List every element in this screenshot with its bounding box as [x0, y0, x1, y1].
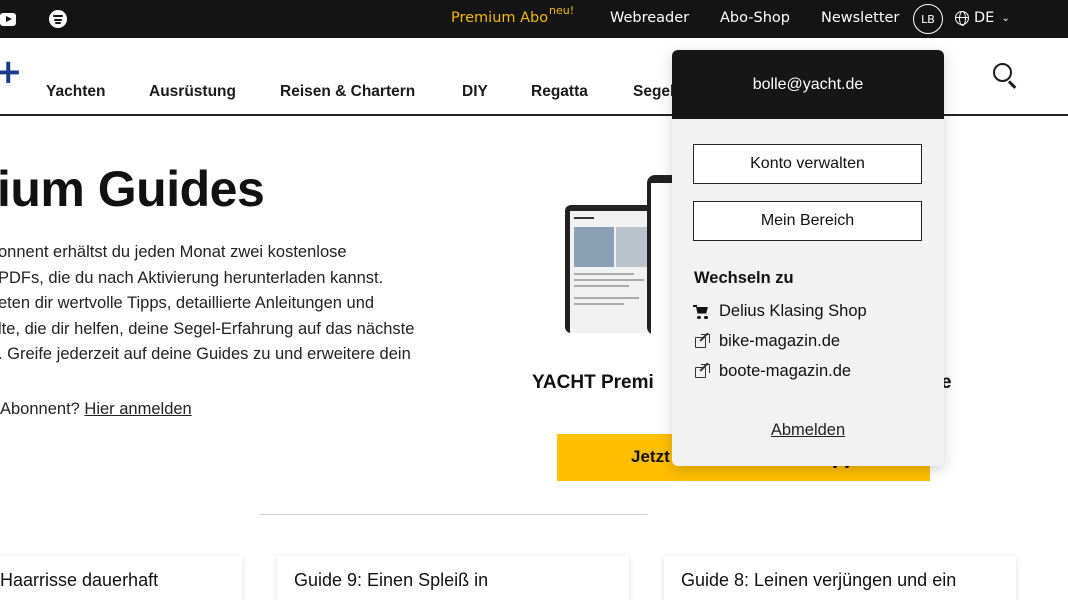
intro-line: eten dir wertvolle Tipps, detaillierte A… [0, 294, 375, 312]
newsletter-link[interactable]: Newsletter [821, 10, 899, 26]
page-title: ium Guides [0, 161, 265, 217]
youtube-icon[interactable] [0, 9, 18, 29]
login-hint-text: Abonnent? [0, 400, 85, 418]
guide-card[interactable]: Haarrisse dauerhaft [0, 556, 242, 600]
guide-card[interactable]: Guide 9: Einen Spleiß in [277, 556, 629, 600]
intro-line: lte, die dir helfen, deine Segel-Erfahru… [0, 319, 415, 338]
link-label: Delius Klasing Shop [719, 302, 867, 320]
nav-item-reisen-chartern[interactable]: Reisen & Chartern [280, 83, 415, 101]
top-bar: Premium Abo neu! Webreader Abo-Shop News… [0, 0, 1068, 38]
nav-item-segel[interactable]: Segel [633, 83, 674, 101]
divider [259, 514, 647, 515]
nav-item-yachten[interactable]: Yachten [46, 83, 105, 101]
new-badge: neu! [549, 4, 575, 17]
manage-account-button[interactable]: Konto verwalten [693, 144, 922, 184]
nav-item-ausruestung[interactable]: Ausrüstung [149, 83, 236, 101]
login-hint: Abonnent? Hier anmelden [0, 400, 192, 419]
webreader-link[interactable]: Webreader [610, 10, 689, 26]
external-link-icon [694, 331, 710, 350]
switch-to-heading: Wechseln zu [694, 269, 794, 287]
account-avatar-button[interactable]: LB [913, 4, 943, 34]
nav-item-diy[interactable]: DIY [462, 83, 488, 101]
language-label: DE [974, 10, 995, 26]
nav-item-regatta[interactable]: Regatta [531, 83, 588, 101]
guide-card-title: Haarrisse dauerhaft [0, 570, 159, 590]
account-dropdown: bolle@yacht.de Konto verwalten Mein Bere… [672, 50, 944, 466]
login-link[interactable]: Hier anmelden [84, 400, 191, 418]
guide-card-title: Guide 9: Einen Spleiß in [294, 570, 489, 590]
intro-line: . Greife jederzeit auf deine Guides zu u… [0, 345, 411, 363]
tablet-mockup [565, 205, 660, 333]
yacht-logo[interactable]: + [0, 52, 23, 92]
abo-shop-link[interactable]: Abo-Shop [720, 10, 790, 26]
chevron-down-icon: ⌄ [1001, 12, 1010, 24]
boote-magazin-link[interactable]: boote-magazin.de [694, 361, 852, 381]
cart-icon [693, 304, 710, 320]
globe-icon [955, 11, 969, 26]
bike-magazin-link[interactable]: bike-magazin.de [694, 331, 841, 351]
my-area-button[interactable]: Mein Bereich [693, 201, 922, 241]
spotify-icon[interactable] [48, 9, 68, 29]
account-email: bolle@yacht.de [672, 50, 944, 119]
search-icon[interactable] [993, 63, 1017, 89]
guide-card[interactable]: Guide 8: Leinen verjüngen und ein [664, 556, 1016, 600]
link-label: bike-magazin.de [719, 332, 841, 350]
premium-abo-link[interactable]: Premium Abo [451, 10, 548, 26]
logout-link[interactable]: Abmelden [672, 421, 944, 440]
external-link-icon [694, 361, 710, 380]
language-selector[interactable]: DE ⌄ [955, 10, 1010, 26]
intro-text: onnent erhältst du jeden Monat zwei kost… [0, 240, 460, 368]
guide-card-title: Guide 8: Leinen verjüngen und ein [681, 570, 957, 590]
intro-line: PDFs, die du nach Aktivierung herunterla… [0, 268, 384, 287]
promo-title: YACHT Premi [532, 372, 654, 393]
subscribe-button-label: Jetzt [631, 447, 670, 466]
intro-line: onnent erhältst du jeden Monat zwei kost… [0, 243, 347, 261]
link-label: boote-magazin.de [719, 362, 852, 380]
delius-klasing-shop-link[interactable]: Delius Klasing Shop [693, 302, 867, 321]
